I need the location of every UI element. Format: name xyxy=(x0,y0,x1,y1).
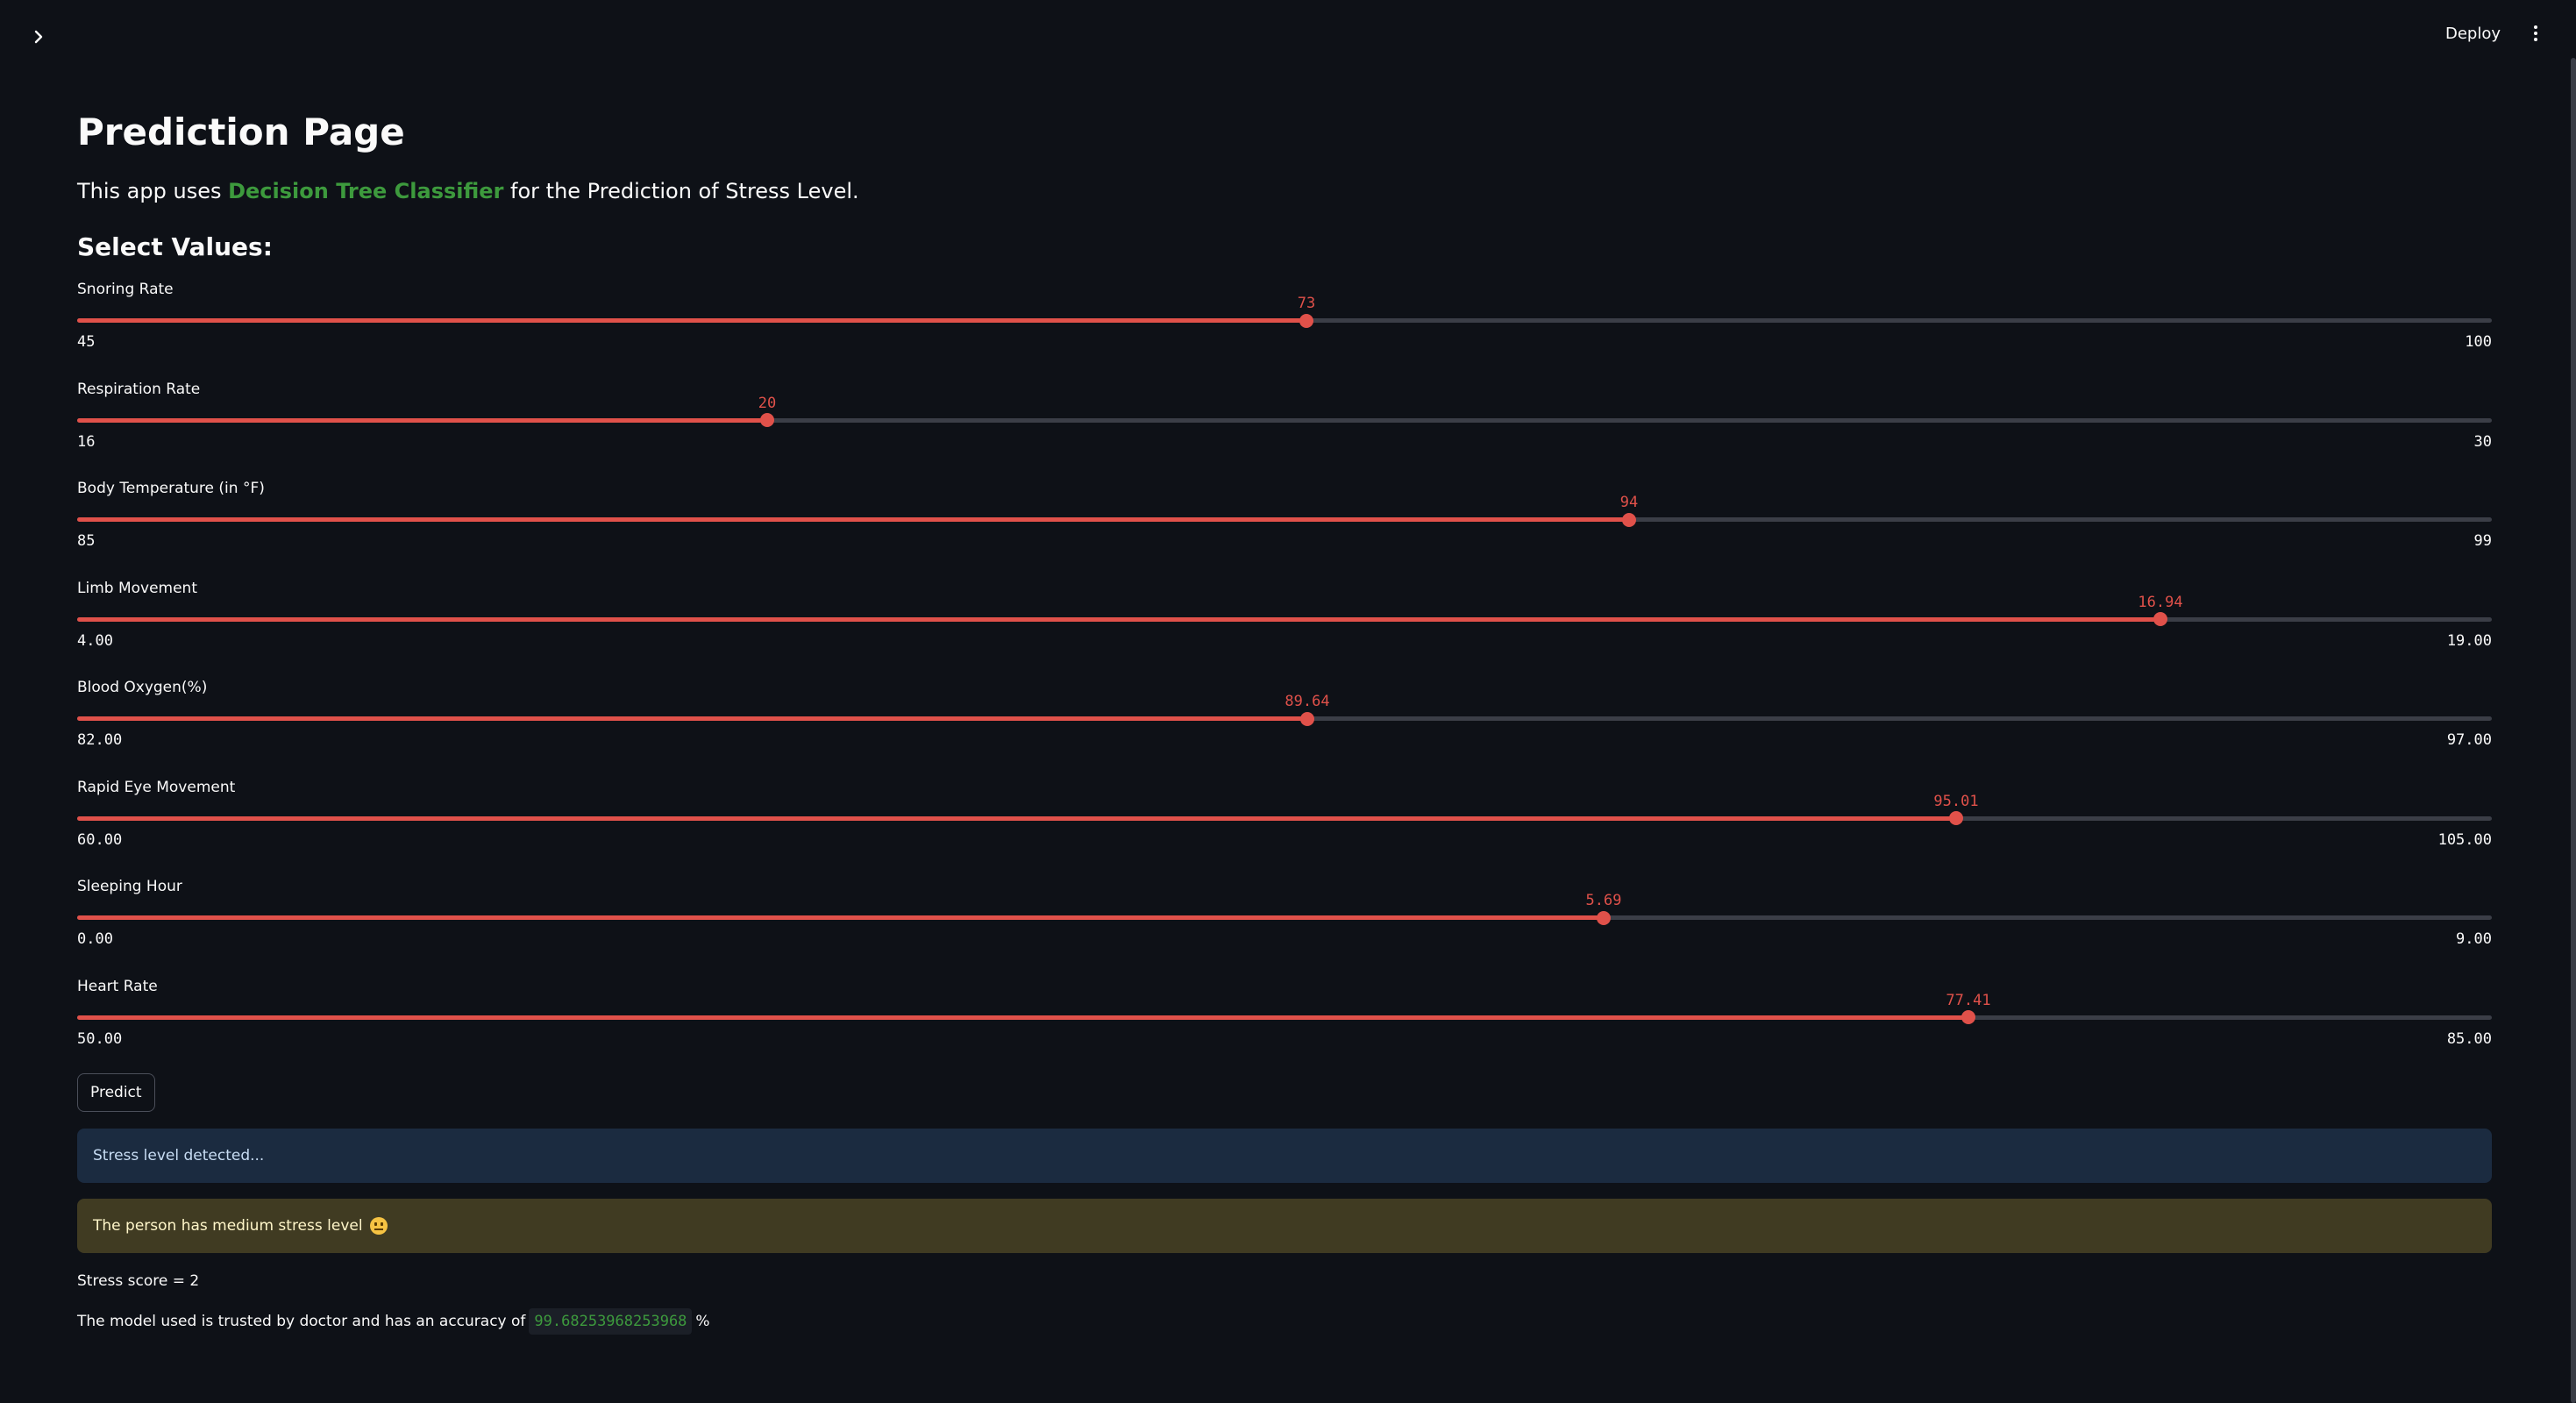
slider-value: 5.69 xyxy=(1585,892,1622,909)
slider-thumb[interactable] xyxy=(2153,612,2167,626)
slider-fill xyxy=(77,417,767,423)
app-root: Deploy Prediction Page This app uses Dec… xyxy=(0,0,2576,1403)
slider-max-label: 105.00 xyxy=(2437,830,2492,849)
slider-track[interactable] xyxy=(77,910,2492,925)
slider-body-temperature-in-f: Body Temperature (in °F) 94 85 99 xyxy=(77,478,2492,574)
slider-thumb[interactable] xyxy=(1299,313,1313,328)
slider-track[interactable] xyxy=(77,512,2492,527)
slider-value: 20 xyxy=(758,394,777,412)
slider-track[interactable] xyxy=(77,1010,2492,1024)
page-scrollbar[interactable] xyxy=(2571,58,2576,1403)
neutral-face-emoji-icon xyxy=(369,1217,388,1235)
chevron-right-icon xyxy=(34,30,43,44)
slider-thumb[interactable] xyxy=(1597,910,1611,925)
slider-snoring-rate: Snoring Rate 73 45 100 xyxy=(77,279,2492,375)
slider-thumb[interactable] xyxy=(760,413,774,427)
predict-button[interactable]: Predict xyxy=(77,1073,155,1112)
slider-fill xyxy=(77,915,1604,920)
slider-max-label: 19.00 xyxy=(2446,631,2492,650)
slider-min-label: 45 xyxy=(77,333,96,351)
slider-min-label: 82.00 xyxy=(77,731,123,749)
accuracy-text: The model used is trusted by doctor and … xyxy=(77,1308,710,1335)
slider-min-label: 50.00 xyxy=(77,1029,123,1048)
slider-thumb[interactable] xyxy=(1949,811,1963,825)
slider-label: Body Temperature (in °F) xyxy=(77,480,265,497)
accuracy-suffix: % xyxy=(695,1313,710,1330)
stress-score-text: Stress score = 2 xyxy=(77,1272,200,1290)
slider-fill xyxy=(77,716,1307,721)
slider-fill xyxy=(77,1015,1968,1020)
slider-fill xyxy=(77,616,2160,622)
slider-min-label: 85 xyxy=(77,532,96,550)
info-alert-text: Stress level detected... xyxy=(93,1147,265,1164)
intro-text: This app uses Decision Tree Classifier f… xyxy=(77,175,859,207)
warning-alert-text: The person has medium stress level xyxy=(93,1217,363,1235)
slider-heart-rate: Heart Rate 77.41 50.00 85.00 xyxy=(77,976,2492,1072)
slider-track[interactable] xyxy=(77,313,2492,328)
slider-label: Respiration Rate xyxy=(77,380,201,398)
slider-min-label: 16 xyxy=(77,432,96,451)
slider-thumb[interactable] xyxy=(1300,711,1314,726)
page-title: Prediction Page xyxy=(77,110,405,153)
slider-min-label: 60.00 xyxy=(77,830,123,849)
slider-thumb[interactable] xyxy=(1622,512,1636,527)
slider-limb-movement: Limb Movement 16.94 4.00 19.00 xyxy=(77,578,2492,674)
slider-label: Rapid Eye Movement xyxy=(77,778,236,796)
slider-value: 16.94 xyxy=(2138,593,2183,611)
section-heading: Select Values: xyxy=(77,232,273,261)
slider-max-label: 97.00 xyxy=(2446,731,2492,749)
slider-label: Heart Rate xyxy=(77,977,158,995)
slider-fill xyxy=(77,815,1956,821)
slider-respiration-rate: Respiration Rate 20 16 30 xyxy=(77,379,2492,475)
slider-track[interactable] xyxy=(77,612,2492,626)
slider-track[interactable] xyxy=(77,711,2492,726)
slider-value: 94 xyxy=(1619,494,1639,511)
slider-label: Sleeping Hour xyxy=(77,878,182,895)
intro-text-after: for the Prediction of Stress Level. xyxy=(503,179,859,203)
slider-min-label: 0.00 xyxy=(77,930,113,948)
slider-sleeping-hour: Sleeping Hour 5.69 0.00 9.00 xyxy=(77,876,2492,972)
main-menu-button[interactable] xyxy=(2527,19,2544,47)
slider-track[interactable] xyxy=(77,413,2492,427)
slider-thumb[interactable] xyxy=(1961,1010,1975,1024)
sidebar-toggle-button[interactable] xyxy=(26,21,51,53)
slider-track[interactable] xyxy=(77,811,2492,825)
slider-rapid-eye-movement: Rapid Eye Movement 95.01 60.00 105.00 xyxy=(77,777,2492,873)
slider-fill xyxy=(77,318,1306,323)
slider-min-label: 4.00 xyxy=(77,631,113,650)
intro-text-before: This app uses xyxy=(77,179,229,203)
slider-value: 77.41 xyxy=(1946,991,1991,1009)
slider-value: 73 xyxy=(1297,295,1316,312)
slider-value: 89.64 xyxy=(1284,693,1330,710)
slider-label: Blood Oxygen(%) xyxy=(77,679,208,696)
slider-fill xyxy=(77,517,1629,522)
accuracy-prefix: The model used is trusted by doctor and … xyxy=(77,1313,526,1330)
slider-max-label: 85.00 xyxy=(2446,1029,2492,1048)
intro-highlight: Decision Tree Classifier xyxy=(228,179,504,203)
slider-max-label: 100 xyxy=(2465,333,2492,351)
accuracy-value: 99.68253968253968 xyxy=(529,1308,693,1335)
slider-blood-oxygen: Blood Oxygen(%) 89.64 82.00 97.00 xyxy=(77,677,2492,773)
slider-max-label: 99 xyxy=(2473,532,2492,550)
slider-max-label: 30 xyxy=(2473,432,2492,451)
vertical-dots-icon xyxy=(2534,25,2537,41)
slider-value: 95.01 xyxy=(1933,792,1979,810)
slider-label: Limb Movement xyxy=(77,579,197,597)
slider-max-label: 9.00 xyxy=(2456,930,2492,948)
deploy-button[interactable]: Deploy xyxy=(2437,19,2509,48)
slider-label: Snoring Rate xyxy=(77,281,174,298)
warning-alert: The person has medium stress level xyxy=(77,1199,2492,1253)
info-alert: Stress level detected... xyxy=(77,1129,2492,1183)
